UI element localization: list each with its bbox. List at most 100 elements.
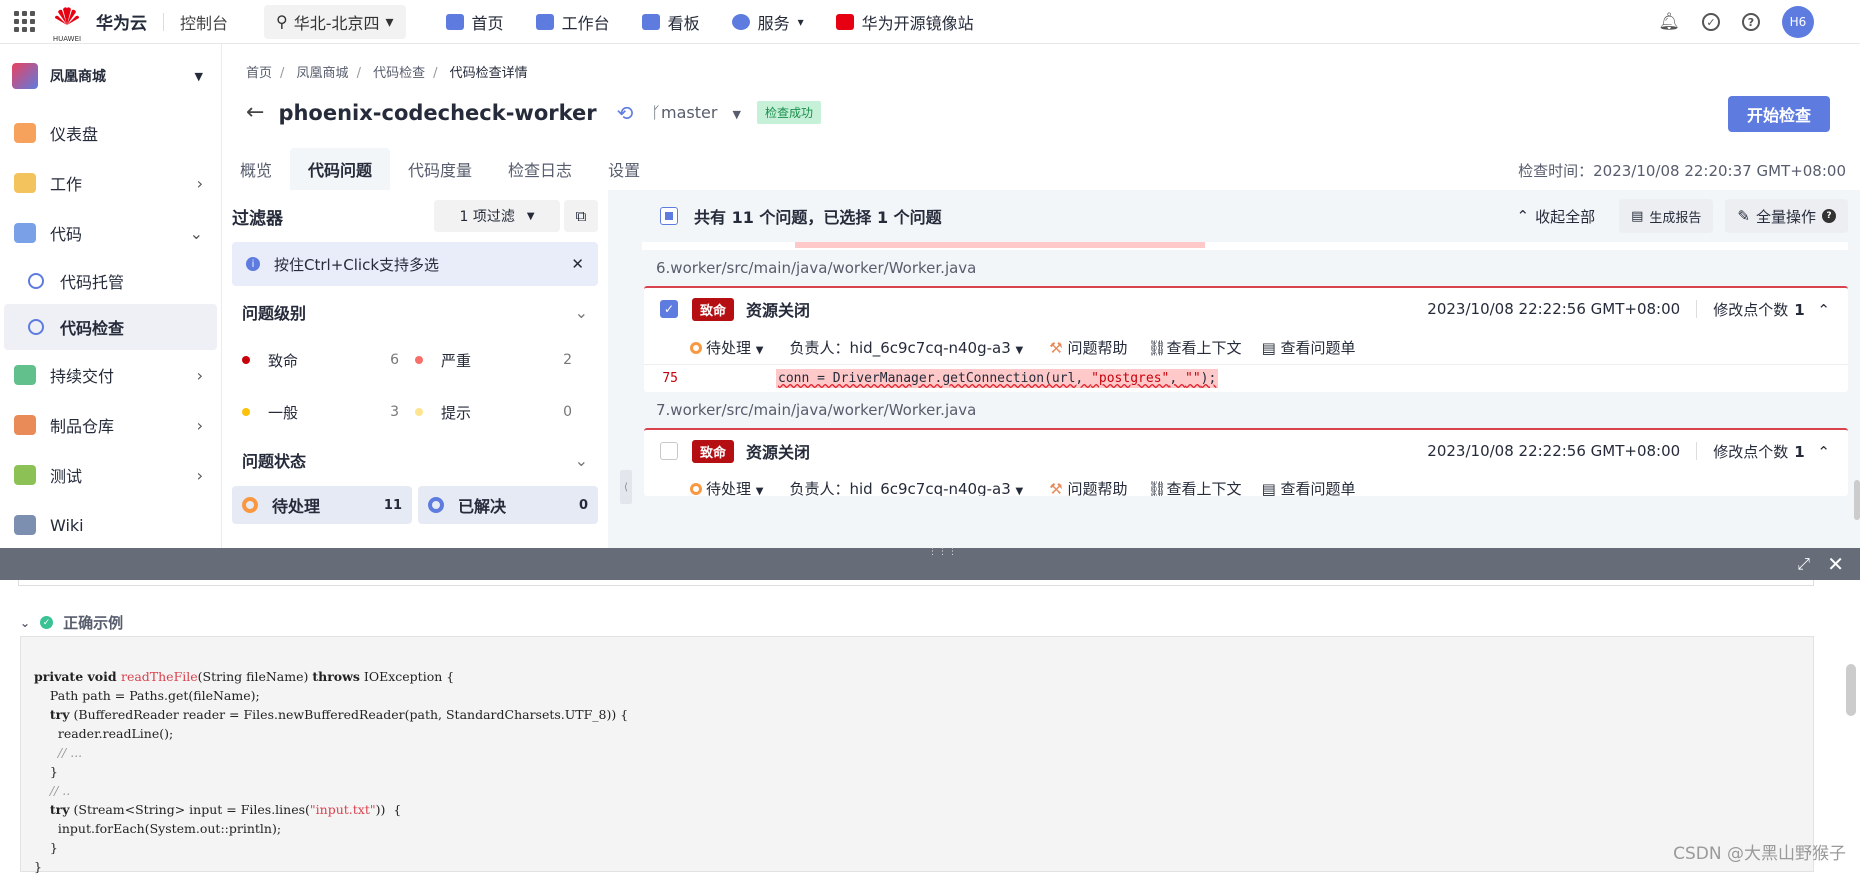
context-link[interactable]: ⛓查看上下文 [1148,478,1242,496]
tab-code-issues[interactable]: 代码问题 [290,148,391,190]
sidebar-item-code[interactable]: 代码 ⌄ [0,208,221,258]
tab-check-log[interactable]: 检查日志 [490,148,590,190]
report-icon: ▤ [1631,208,1644,224]
modification-count[interactable]: 修改点个数 1 ⌃ [1713,441,1830,462]
sidebar-item-label: 持续交付 [50,367,115,386]
back-arrow-icon[interactable]: ← [246,100,264,125]
panel-scrollbar[interactable] [1846,664,1856,716]
huawei-logo[interactable]: HUAWEI [52,1,82,43]
modification-count[interactable]: 修改点个数 1 ⌃ [1713,299,1830,320]
project-selector[interactable]: 凤凰商城 ▼ [0,44,221,108]
region-selector[interactable]: ⚲ 华北-北京四 ▾ [264,4,406,39]
bulk-label: 全量操作 [1755,207,1816,226]
help-icon[interactable]: ? [1742,13,1760,31]
start-check-button[interactable]: 开始检查 [1728,96,1830,132]
filter-select[interactable]: 1 项过滤 ▼ [434,200,560,232]
branch-selector[interactable]: ᚴmaster ▼ [651,103,741,122]
level-label: 一般 [268,403,299,422]
status-section-header[interactable]: 问题状态 ⌄ [232,434,598,486]
issue-checkbox[interactable] [660,442,678,460]
close-icon[interactable]: ✕ [571,255,584,273]
nav-home[interactable]: 首页 [445,10,504,34]
tab-settings[interactable]: 设置 [590,148,658,190]
chevron-right-icon: › [196,173,203,193]
status-label: 待处理 [706,338,752,357]
bell-icon[interactable]: 🔔︎ [1658,12,1680,32]
drag-handle-icon[interactable]: ⋮⋮⋮ [928,548,957,560]
tab-metrics[interactable]: 代码度量 [390,148,490,190]
help-link[interactable]: ⚒ 问题帮助 [1049,478,1127,496]
nav-service[interactable]: 服务 ▾ [731,10,804,34]
severity-section-header[interactable]: 问题级别 ⌄ [232,286,598,338]
content-area: 过滤器 1 项过滤 ▼ ⧉ i 按住Ctrl+Click支持多选 ✕ 问题级别 … [222,190,1860,548]
caret-down-icon: ▼ [526,210,535,222]
rule-name[interactable]: 资源关闭 [746,439,810,463]
top-right-tools: 🔔︎ ✓ ? H6 [1658,0,1814,44]
detail-panel-bar[interactable]: ⋮⋮⋮ ⤢ ✕ [0,548,1860,580]
select-all-checkbox[interactable] [660,207,678,225]
status-dropdown[interactable]: 待处理 ▼ [690,478,764,496]
owner-dropdown[interactable]: 负责人：hid_6c9c7cq-n40g-a3 ▼ [790,478,1024,496]
rule-name[interactable]: 资源关闭 [746,297,810,321]
artifact-repo-icon [14,415,36,435]
help-link[interactable]: ⚒ 问题帮助 [1049,337,1127,358]
expand-icon[interactable]: ⤢ [1797,554,1810,574]
ticket-link[interactable]: ▤ 查看问题单 [1262,337,1356,358]
bulk-operation-button[interactable]: ✎ 全量操作 ? [1725,199,1848,233]
state-count: 11 [383,497,402,513]
owner-dropdown[interactable]: 负责人：hid_6c9c7cq-n40g-a3 ▼ [790,337,1024,358]
sidebar-item-delivery[interactable]: 持续交付 › [0,350,221,400]
sidebar-item-code-check[interactable]: 代码检查 [4,304,217,350]
resolved-icon [428,497,444,513]
ticket-link[interactable]: ▤ 查看问题单 [1262,478,1356,496]
level-serious[interactable]: 严重 2 [415,338,588,382]
sidebar-item-artifacts[interactable]: 制品仓库 › [0,400,221,450]
filter-panel: 过滤器 1 项过滤 ▼ ⧉ i 按住Ctrl+Click支持多选 ✕ 问题级别 … [222,190,608,548]
issue-checkbox[interactable]: ✓ [660,300,678,318]
close-icon[interactable]: ✕ [1827,552,1844,576]
level-fatal[interactable]: 致命 6 [242,338,415,382]
console-link[interactable]: 控制台 [180,10,228,34]
multiselect-tip: i 按住Ctrl+Click支持多选 ✕ [232,242,598,286]
breadcrumb-code-check[interactable]: 代码检查 [373,66,425,81]
link-icon: ⛓ [1147,480,1167,496]
app-grid-icon[interactable] [12,10,36,34]
tab-overview[interactable]: 概览 [222,148,290,190]
sidebar-item-test[interactable]: 测试 › [0,450,221,500]
state-resolved[interactable]: 已解决 0 [418,486,598,524]
context-label: 查看上下文 [1166,480,1242,496]
context-link[interactable]: ⛓查看上下文 [1148,337,1242,358]
sidebar-item-dashboard[interactable]: 仪表盘 [0,108,221,158]
issue-time: 2023/10/08 22:22:56 GMT+08:00 [1427,442,1681,460]
repo-link-icon[interactable]: ⟲ [617,101,634,125]
sidebar-item-wiki[interactable]: Wiki [0,500,221,550]
status-title: 问题状态 [242,452,307,471]
check-circle-icon[interactable]: ✓ [1702,13,1720,31]
issues-summary: 共有 11 个问题，已选择 1 个问题 [694,208,942,227]
sidebar-item-code-hosting[interactable]: 代码托管 [0,258,221,304]
status-dropdown[interactable]: 待处理 ▼ [690,337,764,358]
caret-down-icon: ▼ [1015,486,1024,496]
nav-workbench[interactable]: 工作台 [535,10,610,34]
nav-dashboard[interactable]: 看板 [641,10,700,34]
breadcrumb-home[interactable]: 首页 [246,66,272,81]
issue-card-header: ✓ 致命 资源关闭 2023/10/08 22:22:56 GMT+08:00 … [644,288,1848,330]
state-pending[interactable]: 待处理 11 [232,486,412,524]
breadcrumb-project[interactable]: 凤凰商城 [297,66,349,81]
chevron-right-icon: › [196,365,203,385]
brand-name[interactable]: 华为云 [96,9,147,34]
collapse-filter-handle[interactable]: ⟨ [620,470,632,504]
clear-filter-icon[interactable]: ⧉ [564,200,598,232]
correct-example-header[interactable]: ⌄ ✓ 正确示例 [20,612,123,633]
generate-report-button[interactable]: ▤ 生成报告 [1619,199,1714,233]
level-hint[interactable]: 提示 0 [415,390,588,434]
sidebar-item-work[interactable]: 工作 › [0,158,221,208]
avatar[interactable]: H6 [1782,6,1814,38]
nav-mirror[interactable]: 华为开源镜像站 [835,10,974,34]
level-general[interactable]: 一般 3 [242,390,415,434]
chevron-down-icon: ⌄ [574,302,588,322]
issues-scrollbar[interactable] [1854,480,1860,520]
collapse-all-button[interactable]: ⌃ 收起全部 [1505,199,1608,233]
issues-panel: 共有 11 个问题，已选择 1 个问题 ⌃ 收起全部 ▤ 生成报告 ✎ 全量操作… [642,190,1860,548]
nav-mirror-label: 华为开源镜像站 [861,13,974,33]
